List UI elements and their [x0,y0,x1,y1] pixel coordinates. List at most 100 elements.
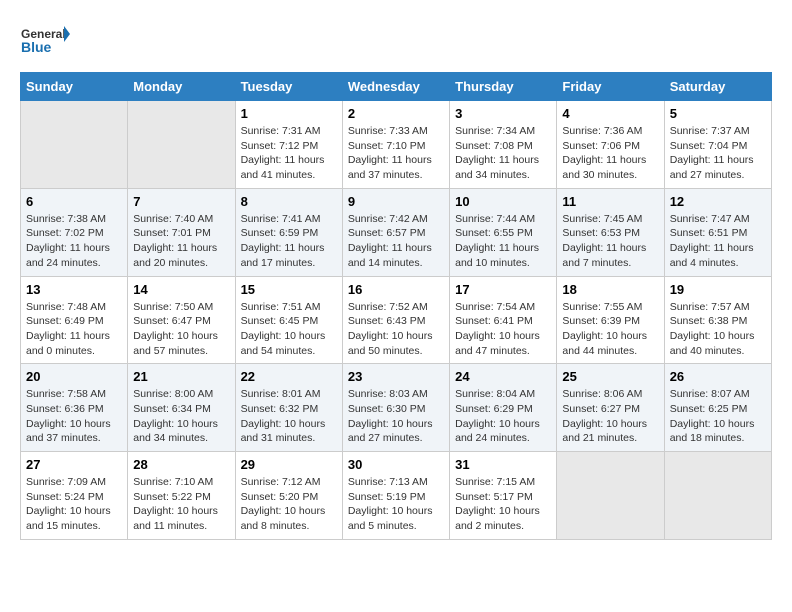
day-info: Sunrise: 8:07 AMSunset: 6:25 PMDaylight:… [670,387,766,446]
day-cell: 1 Sunrise: 7:31 AMSunset: 7:12 PMDaylight… [235,101,342,189]
day-cell: 14 Sunrise: 7:50 AMSunset: 6:47 PMDayligh… [128,276,235,364]
day-number: 17 [455,282,551,297]
col-header-sunday: Sunday [21,73,128,101]
day-number: 21 [133,369,229,384]
day-cell: 5 Sunrise: 7:37 AMSunset: 7:04 PMDaylight… [664,101,771,189]
day-info: Sunrise: 7:38 AMSunset: 7:02 PMDaylight:… [26,212,122,271]
day-number: 31 [455,457,551,472]
day-cell: 2Sunrise: 7:33 AMSunset: 7:10 PMDaylight… [342,101,449,189]
day-cell: 20 Sunrise: 7:58 AMSunset: 6:36 PMDayligh… [21,364,128,452]
day-number: 7 [133,194,229,209]
day-info: Sunrise: 7:52 AMSunset: 6:43 PMDaylight:… [348,300,444,359]
day-info: Sunrise: 7:09 AMSunset: 5:24 PMDaylight:… [26,475,122,534]
day-cell: 8 Sunrise: 7:41 AMSunset: 6:59 PMDaylight… [235,188,342,276]
day-cell: 11 Sunrise: 7:45 AMSunset: 6:53 PMDayligh… [557,188,664,276]
day-cell [664,452,771,540]
day-number: 10 [455,194,551,209]
day-cell: 30 Sunrise: 7:13 AMSunset: 5:19 PMDayligh… [342,452,449,540]
col-header-saturday: Saturday [664,73,771,101]
day-number: 19 [670,282,766,297]
day-number: 28 [133,457,229,472]
day-number: 9 [348,194,444,209]
day-info: Sunrise: 7:13 AMSunset: 5:19 PMDaylight:… [348,475,444,534]
day-info: Sunrise: 7:44 AMSunset: 6:55 PMDaylight:… [455,212,551,271]
day-info: Sunrise: 7:48 AMSunset: 6:49 PMDaylight:… [26,300,122,359]
day-info: Sunrise: 7:12 AMSunset: 5:20 PMDaylight:… [241,475,337,534]
day-info: Sunrise: 8:01 AMSunset: 6:32 PMDaylight:… [241,387,337,446]
day-info: Sunrise: 7:15 AMSunset: 5:17 PMDaylight:… [455,475,551,534]
day-number: 26 [670,369,766,384]
day-cell: 29 Sunrise: 7:12 AMSunset: 5:20 PMDayligh… [235,452,342,540]
day-info: Sunrise: 7:40 AMSunset: 7:01 PMDaylight:… [133,212,229,271]
day-number: 23 [348,369,444,384]
calendar-table: SundayMondayTuesdayWednesdayThursdayFrid… [20,72,772,540]
day-info: Sunrise: 7:45 AMSunset: 6:53 PMDaylight:… [562,212,658,271]
day-cell: 22 Sunrise: 8:01 AMSunset: 6:32 PMDayligh… [235,364,342,452]
day-info: Sunrise: 8:00 AMSunset: 6:34 PMDaylight:… [133,387,229,446]
day-info: Sunrise: 8:03 AMSunset: 6:30 PMDaylight:… [348,387,444,446]
day-cell: 16 Sunrise: 7:52 AMSunset: 6:43 PMDayligh… [342,276,449,364]
day-number: 12 [670,194,766,209]
day-number: 25 [562,369,658,384]
day-cell: 24Sunrise: 8:04 AMSunset: 6:29 PMDayligh… [450,364,557,452]
day-info: Sunrise: 7:10 AMSunset: 5:22 PMDaylight:… [133,475,229,534]
page-header: General Blue [20,20,772,62]
day-info: Sunrise: 7:51 AMSunset: 6:45 PMDaylight:… [241,300,337,359]
day-number: 20 [26,369,122,384]
day-cell: 7 Sunrise: 7:40 AMSunset: 7:01 PMDaylight… [128,188,235,276]
day-info: Sunrise: 7:55 AMSunset: 6:39 PMDaylight:… [562,300,658,359]
header-row: SundayMondayTuesdayWednesdayThursdayFrid… [21,73,772,101]
day-number: 30 [348,457,444,472]
col-header-friday: Friday [557,73,664,101]
day-cell: 26 Sunrise: 8:07 AMSunset: 6:25 PMDayligh… [664,364,771,452]
day-number: 13 [26,282,122,297]
day-info: Sunrise: 7:31 AMSunset: 7:12 PMDaylight:… [241,124,337,183]
day-cell: 13 Sunrise: 7:48 AMSunset: 6:49 PMDayligh… [21,276,128,364]
day-number: 2 [348,106,444,121]
day-cell: 10 Sunrise: 7:44 AMSunset: 6:55 PMDayligh… [450,188,557,276]
day-cell: 4Sunrise: 7:36 AMSunset: 7:06 PMDaylight… [557,101,664,189]
day-number: 3 [455,106,551,121]
svg-text:Blue: Blue [21,39,52,55]
day-number: 22 [241,369,337,384]
day-cell: 18Sunrise: 7:55 AMSunset: 6:39 PMDayligh… [557,276,664,364]
day-info: Sunrise: 7:57 AMSunset: 6:38 PMDaylight:… [670,300,766,359]
day-info: Sunrise: 7:34 AMSunset: 7:08 PMDaylight:… [455,124,551,183]
day-info: Sunrise: 7:37 AMSunset: 7:04 PMDaylight:… [670,124,766,183]
day-cell [128,101,235,189]
week-row-2: 6Sunrise: 7:38 AMSunset: 7:02 PMDaylight… [21,188,772,276]
day-cell: 28 Sunrise: 7:10 AMSunset: 5:22 PMDayligh… [128,452,235,540]
day-info: Sunrise: 7:54 AMSunset: 6:41 PMDaylight:… [455,300,551,359]
day-info: Sunrise: 7:58 AMSunset: 6:36 PMDaylight:… [26,387,122,446]
day-number: 24 [455,369,551,384]
day-cell: 25Sunrise: 8:06 AMSunset: 6:27 PMDayligh… [557,364,664,452]
day-cell: 9 Sunrise: 7:42 AMSunset: 6:57 PMDaylight… [342,188,449,276]
day-number: 1 [241,106,337,121]
day-cell: 12 Sunrise: 7:47 AMSunset: 6:51 PMDayligh… [664,188,771,276]
logo-svg: General Blue [20,20,70,62]
col-header-thursday: Thursday [450,73,557,101]
day-number: 16 [348,282,444,297]
day-info: Sunrise: 7:41 AMSunset: 6:59 PMDaylight:… [241,212,337,271]
day-info: Sunrise: 7:50 AMSunset: 6:47 PMDaylight:… [133,300,229,359]
day-info: Sunrise: 7:36 AMSunset: 7:06 PMDaylight:… [562,124,658,183]
day-cell: 27Sunrise: 7:09 AMSunset: 5:24 PMDayligh… [21,452,128,540]
day-cell: 31 Sunrise: 7:15 AMSunset: 5:17 PMDayligh… [450,452,557,540]
week-row-4: 20 Sunrise: 7:58 AMSunset: 6:36 PMDayligh… [21,364,772,452]
day-cell: 15 Sunrise: 7:51 AMSunset: 6:45 PMDayligh… [235,276,342,364]
day-number: 8 [241,194,337,209]
day-number: 29 [241,457,337,472]
day-info: Sunrise: 7:42 AMSunset: 6:57 PMDaylight:… [348,212,444,271]
day-number: 15 [241,282,337,297]
day-number: 11 [562,194,658,209]
week-row-5: 27Sunrise: 7:09 AMSunset: 5:24 PMDayligh… [21,452,772,540]
day-info: Sunrise: 7:47 AMSunset: 6:51 PMDaylight:… [670,212,766,271]
col-header-tuesday: Tuesday [235,73,342,101]
day-cell: 19 Sunrise: 7:57 AMSunset: 6:38 PMDayligh… [664,276,771,364]
logo: General Blue [20,20,70,62]
col-header-monday: Monday [128,73,235,101]
day-number: 14 [133,282,229,297]
col-header-wednesday: Wednesday [342,73,449,101]
day-cell [557,452,664,540]
day-number: 5 [670,106,766,121]
